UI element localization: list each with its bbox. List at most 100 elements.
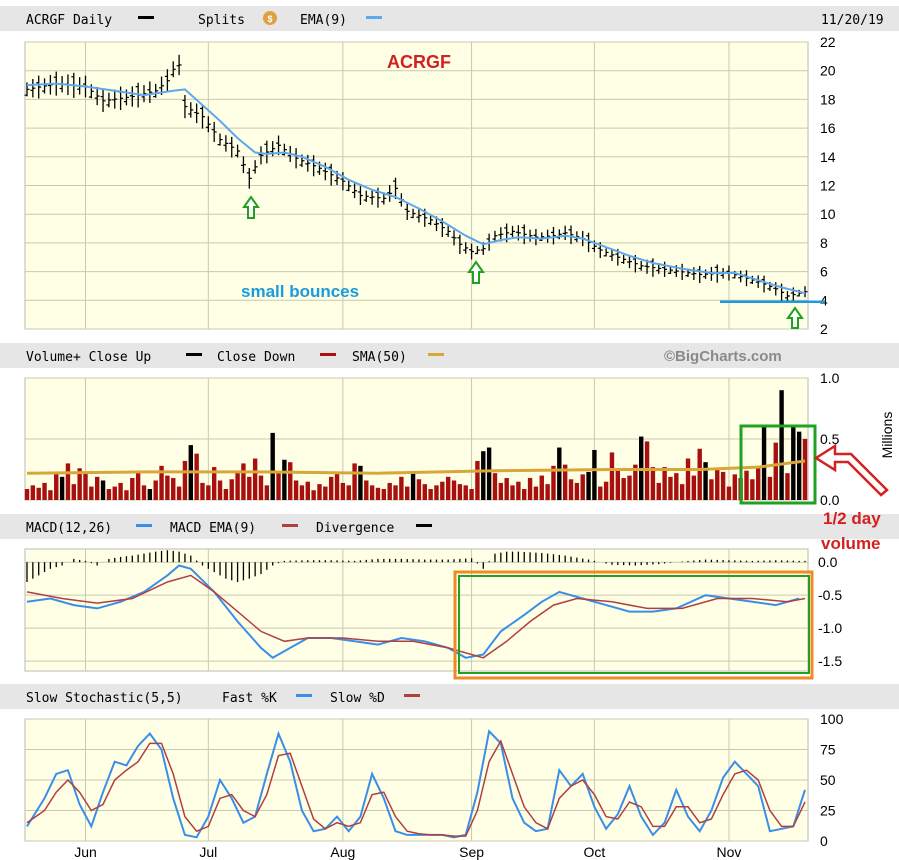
legend-divergence-label: Divergence	[316, 521, 394, 536]
volume-bar	[785, 473, 790, 500]
legend-stochastic-label: Slow Stochastic(5,5)	[26, 691, 183, 706]
volume-bar	[627, 475, 632, 500]
legend-macd-ema-label: MACD EMA(9)	[170, 521, 256, 536]
volume-bar	[720, 471, 726, 500]
volume-bar	[194, 453, 199, 500]
volume-bar	[750, 479, 755, 500]
volume-bar	[533, 486, 539, 500]
volume-bar	[440, 481, 445, 500]
volume-bar	[656, 482, 661, 500]
volume-bar	[282, 459, 287, 500]
volume-bar	[399, 476, 404, 500]
volume-bar	[241, 463, 246, 500]
volume-bar	[42, 482, 47, 500]
volume-bar	[135, 470, 141, 500]
legend-slow-d-label: Slow %D	[330, 691, 385, 706]
volume-bar	[124, 490, 129, 500]
volume-legend: Volume+ Close Up Close Down SMA(50) ©Big…	[26, 348, 782, 365]
volume-bar	[539, 475, 544, 500]
volume-bar	[674, 473, 679, 500]
volume-bar	[200, 482, 205, 500]
volume-bar	[293, 480, 299, 500]
price-y-tick: 10	[820, 206, 836, 222]
stochastic-legend: Slow Stochastic(5,5) Fast %K Slow %D	[26, 691, 420, 706]
volume-bar	[469, 489, 474, 500]
volume-bar	[83, 473, 88, 500]
volume-bar	[176, 486, 182, 500]
volume-bar	[457, 484, 463, 500]
volume-bar	[715, 469, 720, 500]
volume-bar	[802, 439, 808, 500]
legend-macd-ema-swatch	[282, 524, 298, 527]
macd-legend: MACD(12,26) MACD EMA(9) Divergence	[26, 521, 432, 536]
y-tick: 0.0	[818, 554, 838, 570]
volume-bar	[732, 474, 738, 500]
macd-panel	[24, 548, 809, 672]
legend-macd-swatch	[136, 524, 152, 527]
price-y-tick: 6	[820, 264, 828, 280]
x-tick: Jul	[199, 844, 217, 860]
volume-bar	[445, 476, 451, 500]
volume-bar	[545, 484, 550, 500]
legend-divergence-swatch	[416, 524, 432, 527]
volume-bar	[352, 463, 357, 500]
legend-close-down-label: Close Down	[217, 350, 295, 365]
volume-bar	[346, 485, 351, 500]
volume-bar	[182, 460, 188, 500]
volume-bar	[522, 489, 527, 500]
volume-bar	[387, 482, 392, 500]
volume-bar	[323, 486, 328, 500]
volume-bar	[504, 478, 509, 500]
volume-bar	[498, 482, 504, 500]
volume-bar	[603, 481, 609, 500]
volume-bar	[609, 452, 615, 500]
volume-bar	[311, 490, 316, 500]
volume-bar	[24, 489, 30, 500]
volume-bar	[592, 449, 597, 500]
volume-bar	[761, 426, 767, 500]
x-tick: Jun	[74, 844, 97, 860]
y-tick: 0	[820, 833, 828, 849]
volume-bar	[147, 489, 153, 500]
volume-bar	[153, 480, 158, 500]
volume-bar	[709, 479, 714, 500]
volume-bar	[328, 476, 334, 500]
volume-bar	[615, 468, 621, 500]
volume-bar	[299, 485, 305, 500]
volume-bar	[112, 486, 117, 500]
legend-sma-swatch	[428, 353, 444, 356]
volume-bar	[422, 484, 427, 500]
dollar-coin-glyph: $	[267, 14, 272, 24]
watermark: ©BigCharts.com	[664, 348, 782, 365]
volume-bar	[586, 471, 591, 500]
price-y-tick: 18	[820, 91, 836, 107]
volume-bar	[252, 458, 258, 500]
volume-bar	[796, 431, 802, 500]
legend-daily-label: ACRGF Daily	[26, 13, 112, 28]
legend-close-up-label: Volume+ Close Up	[26, 350, 151, 365]
volume-bar	[481, 451, 486, 500]
volume-bar	[36, 487, 41, 500]
volume-bar	[235, 470, 240, 500]
volume-bar	[317, 484, 322, 500]
stock-chart: ACRGF Daily Splits $ EMA(9) 11/20/19 Vol…	[0, 6, 899, 860]
volume-bar	[217, 480, 223, 500]
legend-ema-swatch	[366, 16, 382, 19]
volume-bar	[364, 480, 369, 500]
volume-bar	[270, 432, 275, 500]
volume-bar	[726, 486, 732, 500]
volume-bar	[100, 480, 106, 500]
y-tick: -1.0	[818, 620, 842, 636]
volume-bar	[598, 486, 603, 500]
volume-bar	[130, 478, 135, 500]
volume-bar	[141, 485, 147, 500]
price-y-tick: 2	[820, 321, 828, 337]
volume-bar	[106, 489, 112, 500]
volume-bar	[89, 486, 94, 500]
y-axis-ticks: 2 4 6 8 10 12 14 16 18 20 22 1.0 0.5 0.0 0.0 -0.5 -1.0 -1…	[818, 34, 844, 849]
volume-bar	[410, 471, 416, 500]
volume-bar	[679, 484, 685, 500]
price-header-bar	[0, 6, 899, 31]
legend-close-up-swatch	[186, 353, 202, 356]
volume-bar	[48, 490, 53, 500]
